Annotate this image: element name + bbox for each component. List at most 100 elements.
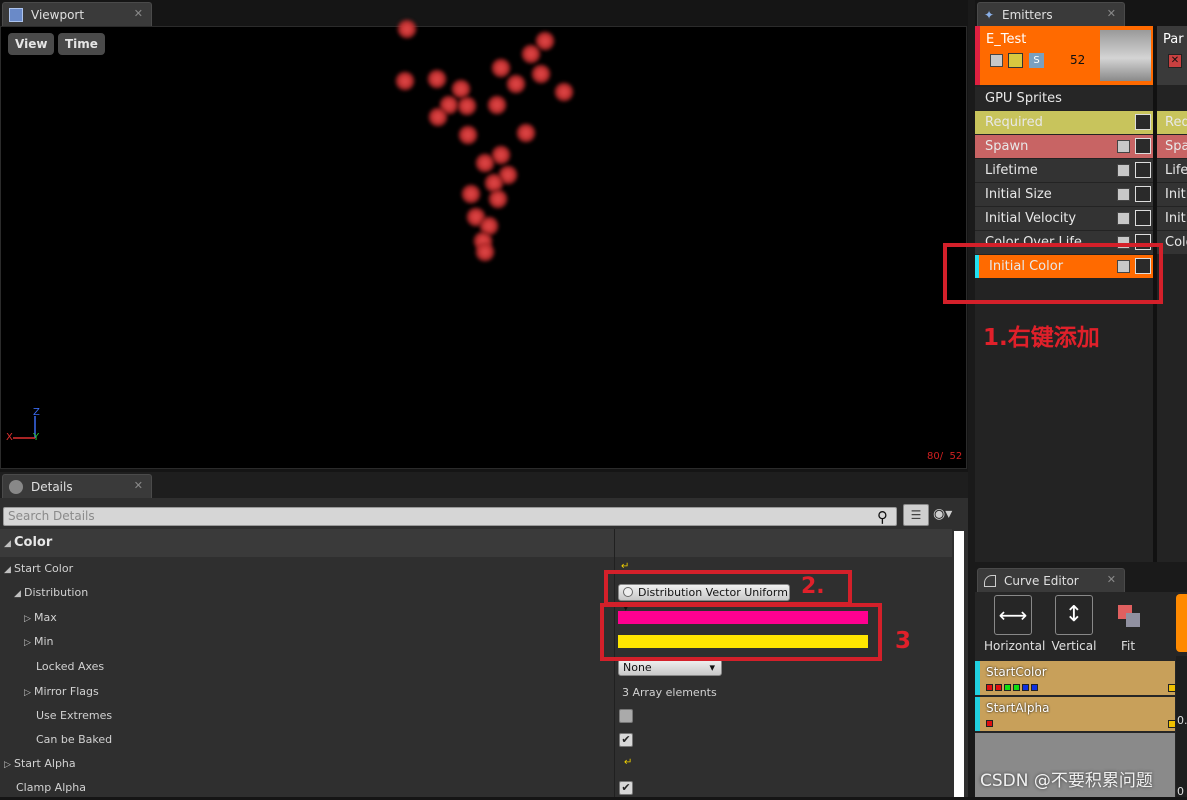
channel-blue-icon[interactable] — [1031, 684, 1038, 691]
viewport-tab-label: Viewport — [31, 7, 85, 22]
expand-arrow-icon: ▷ — [24, 614, 31, 624]
emitter-render-mode-icon[interactable] — [1008, 53, 1023, 68]
viewport-icon — [9, 7, 23, 22]
curve-icon[interactable] — [1135, 162, 1151, 178]
close-icon[interactable]: ✕ — [1107, 7, 1116, 20]
curve-toolbar-more[interactable] — [1176, 594, 1187, 652]
row-label: Distribution — [24, 586, 89, 599]
horizontal-fit-button[interactable]: ⟷ Horizontal — [984, 595, 1046, 653]
channel-green-icon[interactable] — [1004, 684, 1011, 691]
curve-icon[interactable] — [1135, 210, 1151, 226]
time-button[interactable]: Time — [58, 33, 105, 55]
row-locked-axes: Locked Axes — [0, 655, 614, 679]
emitter-header-partial[interactable]: Par ✕ — [1157, 26, 1187, 85]
annotation-step-2: 2. — [801, 574, 825, 599]
curve-editor-icon — [984, 574, 996, 587]
curve-icon[interactable] — [1135, 186, 1151, 202]
row-label: Clamp Alpha — [16, 781, 86, 794]
module-enable-checkbox[interactable] — [1117, 140, 1130, 153]
axis-x-label: X — [6, 432, 13, 443]
tab-curve-editor[interactable]: Curve Editor ✕ — [977, 568, 1125, 592]
module-label: Initial Velocity — [985, 211, 1077, 226]
emitters-icon: ✦ — [984, 7, 995, 22]
module-initial-velocity-partial[interactable]: Initi — [1157, 207, 1187, 230]
use-extremes-checkbox[interactable] — [619, 709, 633, 723]
module-required-partial[interactable]: Requ — [1157, 111, 1187, 134]
track-visibility-toggle[interactable] — [1168, 720, 1176, 728]
view-button[interactable]: View — [8, 33, 55, 55]
collapse-arrow-icon: ◢ — [4, 539, 11, 549]
vertical-label: Vertical — [1051, 639, 1097, 653]
curve-editor-tab-label: Curve Editor — [1004, 573, 1079, 588]
details-tab-label: Details — [31, 479, 73, 494]
curve-icon[interactable] — [1135, 114, 1151, 130]
fit-label: Fit — [1120, 639, 1136, 653]
search-icon[interactable]: ⚲ — [877, 508, 888, 526]
channel-green-icon[interactable] — [1013, 684, 1020, 691]
axis-y-label: Y — [33, 432, 40, 443]
row-label: Mirror Flags — [34, 685, 99, 698]
fit-button[interactable]: Fit — [1106, 595, 1150, 653]
disabled-icon[interactable]: ✕ — [1168, 54, 1182, 68]
tab-emitters[interactable]: ✦ Emitters ✕ — [977, 2, 1125, 26]
module-lifetime[interactable]: Lifetime — [975, 159, 1153, 182]
channel-blue-icon[interactable] — [1022, 684, 1029, 691]
viewport-canvas[interactable]: View Time Z X Y 80/ 52 — [0, 19, 967, 469]
row-start-alpha[interactable]: ▷ Start Alpha — [0, 752, 614, 776]
module-enable-checkbox[interactable] — [1117, 188, 1130, 201]
expand-arrow-icon: ▷ — [24, 638, 31, 648]
close-icon[interactable]: ✕ — [134, 7, 143, 20]
type-data-gpu-sprites[interactable]: GPU Sprites — [975, 87, 1153, 110]
module-initial-size[interactable]: Initial Size — [975, 183, 1153, 206]
curve-track-start-alpha[interactable]: StartAlpha — [975, 697, 1176, 731]
curve-axis-value: 0. — [1177, 714, 1187, 727]
locked-axes-dropdown[interactable]: None ▾ — [618, 659, 722, 676]
row-label: Start Alpha — [14, 757, 76, 770]
row-start-color[interactable]: ◢ Start Color — [0, 557, 614, 581]
row-mirror-flags[interactable]: ▷ Mirror Flags — [0, 680, 614, 704]
can-be-baked-checkbox[interactable]: ✔ — [619, 733, 633, 747]
clamp-alpha-checkbox[interactable]: ✔ — [619, 781, 633, 795]
details-scrollbar[interactable] — [954, 531, 964, 797]
close-icon[interactable]: ✕ — [134, 479, 143, 492]
row-min[interactable]: ▷ Min — [0, 630, 614, 654]
row-distribution[interactable]: ◢ Distribution — [0, 581, 614, 605]
tab-details[interactable]: Details ✕ — [2, 474, 152, 498]
tab-viewport[interactable]: Viewport ✕ — [2, 2, 152, 26]
module-lifetime-partial[interactable]: Lifet — [1157, 159, 1187, 182]
reset-icon[interactable]: ↵ — [624, 757, 632, 768]
curve-axis-value: 0 — [1177, 785, 1184, 798]
emitter-thumbnail — [1100, 30, 1151, 81]
emitter-header-e-test[interactable]: E_Test S 52 — [975, 26, 1153, 85]
horizontal-label: Horizontal — [984, 639, 1046, 653]
channel-red-icon[interactable] — [986, 684, 993, 691]
module-enable-checkbox[interactable] — [1117, 164, 1130, 177]
curve-icon[interactable] — [1135, 138, 1151, 154]
module-initial-velocity[interactable]: Initial Velocity — [975, 207, 1153, 230]
annotation-step-1: 1.右键添加 — [983, 325, 1100, 351]
solo-icon[interactable]: S — [1029, 53, 1044, 68]
channel-red-icon[interactable] — [995, 684, 1002, 691]
module-initial-size-partial[interactable]: Initi — [1157, 183, 1187, 206]
vertical-fit-button[interactable]: ↕ Vertical — [1049, 595, 1099, 653]
row-max[interactable]: ▷ Max — [0, 606, 614, 630]
module-spawn[interactable]: Spawn — [975, 135, 1153, 158]
row-label: Start Color — [14, 562, 74, 575]
emitter-enable-checkbox[interactable] — [990, 54, 1003, 67]
close-icon[interactable]: ✕ — [1107, 573, 1116, 586]
annotation-step-3: 3 — [895, 628, 912, 654]
row-clamp-alpha: Clamp Alpha — [0, 776, 614, 800]
module-spawn-partial[interactable]: Spa — [1157, 135, 1187, 158]
track-visibility-toggle[interactable] — [1168, 684, 1176, 692]
channel-red-icon[interactable] — [986, 720, 993, 727]
axis-z-label: Z — [33, 407, 40, 418]
view-options-button[interactable]: ☰ — [903, 504, 929, 526]
category-color[interactable]: ◢ Color — [4, 535, 52, 550]
curve-track-start-color[interactable]: StartColor — [975, 661, 1176, 695]
search-input[interactable]: Search Details — [3, 507, 897, 526]
module-enable-checkbox[interactable] — [1117, 212, 1130, 225]
row-can-be-baked: Can be Baked — [0, 728, 614, 752]
eye-icon[interactable]: ◉▾ — [933, 506, 952, 522]
module-required[interactable]: Required — [975, 111, 1153, 134]
track-label: StartAlpha — [986, 701, 1050, 715]
